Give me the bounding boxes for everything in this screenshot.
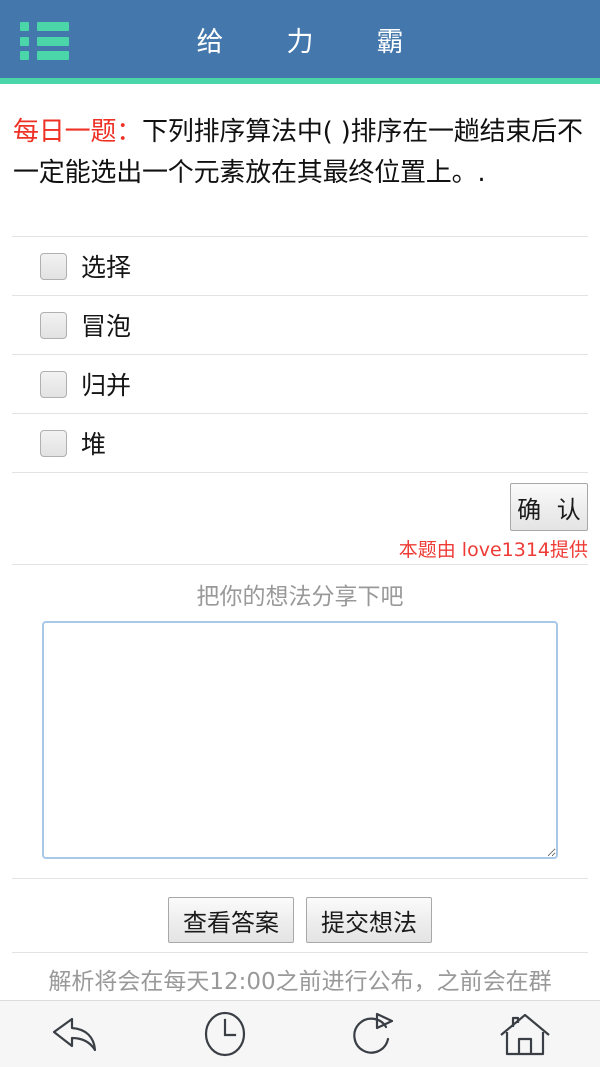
footer-note: 解析将会在每天12:00之前进行公布，之前会在群 <box>12 952 588 996</box>
nav-home-button[interactable] <box>450 1001 600 1067</box>
question-text: 每日一题：下列排序算法中( )排序在一趟结束后不一定能选出一个元素放在其最终位置… <box>13 112 589 194</box>
app-header: 给 力 霸 <box>0 0 600 78</box>
view-answer-button[interactable]: 查看答案 <box>168 897 294 943</box>
option-row-3[interactable]: 堆 <box>12 413 588 472</box>
option-label-3: 堆 <box>81 430 107 459</box>
option-checkbox-2[interactable] <box>40 370 67 398</box>
daily-question-tag: 每日一题： <box>13 117 143 147</box>
bottom-navigation-bar <box>0 1000 600 1067</box>
action-button-group: 查看答案 提交想法 <box>12 878 588 943</box>
submit-thought-button[interactable]: 提交想法 <box>306 897 432 943</box>
option-checkbox-3[interactable] <box>40 429 67 457</box>
header-accent-bar <box>0 78 600 84</box>
option-row-1[interactable]: 冒泡 <box>12 295 588 354</box>
option-checkbox-0[interactable] <box>40 252 67 280</box>
nav-back-button[interactable] <box>0 1001 150 1067</box>
option-label-2: 归并 <box>81 371 132 400</box>
share-section: 把你的想法分享下吧 <box>12 564 588 859</box>
home-icon <box>497 1009 553 1059</box>
option-row-2[interactable]: 归并 <box>12 354 588 413</box>
clock-icon <box>200 1009 250 1059</box>
option-row-0[interactable]: 选择 <box>12 236 588 295</box>
share-prompt-label: 把你的想法分享下吧 <box>196 584 404 610</box>
refresh-forward-icon <box>350 1009 400 1059</box>
question-provider-note: 本题由 love1314提供 <box>398 539 588 561</box>
option-label-0: 选择 <box>81 253 132 282</box>
nav-history-button[interactable] <box>150 1001 300 1067</box>
option-checkbox-1[interactable] <box>40 311 67 339</box>
nav-refresh-button[interactable] <box>300 1001 450 1067</box>
confirm-button[interactable]: 确 认 <box>510 483 588 531</box>
page-title: 给 力 霸 <box>196 26 422 58</box>
confirm-section: 确 认 本题由 love1314提供 <box>12 472 588 565</box>
thought-textarea[interactable] <box>42 621 558 859</box>
back-arrow-icon <box>48 1013 102 1055</box>
options-list: 选择 冒泡 归并 堆 <box>0 236 600 472</box>
option-label-1: 冒泡 <box>81 312 132 341</box>
